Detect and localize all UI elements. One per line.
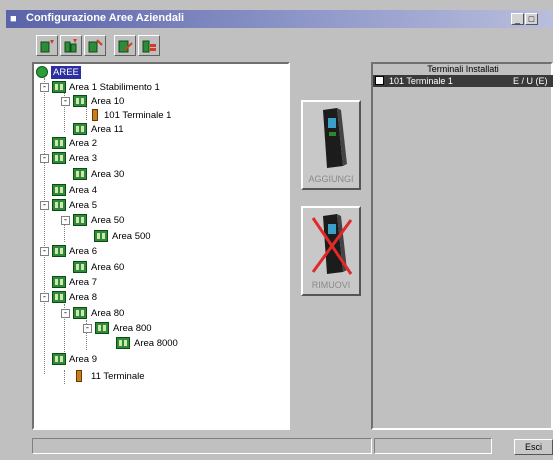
tree-node-label: Area 30 bbox=[91, 169, 125, 180]
add-area-icon bbox=[40, 40, 54, 53]
properties-button[interactable] bbox=[138, 35, 160, 56]
minimize-button[interactable]: _ bbox=[511, 13, 524, 25]
area-icon bbox=[52, 291, 66, 303]
area-icon bbox=[116, 337, 130, 349]
tree-node-label: 11 Terminale bbox=[91, 371, 145, 382]
exit-button[interactable]: Esci bbox=[514, 439, 553, 455]
tree-node-label: Area 1 Stabilimento 1 bbox=[69, 82, 160, 93]
area-icon bbox=[52, 245, 66, 257]
edit-area-button[interactable] bbox=[114, 35, 136, 56]
tree-node-label: 101 Terminale 1 bbox=[104, 110, 172, 121]
tree-node-label: Area 2 bbox=[69, 138, 97, 149]
area-icon bbox=[52, 184, 66, 196]
delete-area-icon bbox=[88, 39, 103, 53]
terminal-device-icon bbox=[323, 108, 347, 168]
area-icon bbox=[73, 261, 87, 273]
tree-node-label: Area 7 bbox=[69, 277, 97, 288]
app-icon: ■ bbox=[10, 13, 17, 25]
area-icon bbox=[73, 95, 87, 107]
globe-icon bbox=[36, 66, 48, 78]
tree-node-label: Area 3 bbox=[69, 153, 97, 164]
installed-terminals-panel[interactable]: Terminali Installati 101 Terminale 1 E /… bbox=[371, 62, 553, 430]
terminal-icon bbox=[76, 370, 82, 382]
terminal-remove-icon bbox=[311, 214, 353, 275]
tree-node-label: Area 500 bbox=[112, 231, 151, 242]
window: ■ Configurazione Aree Aziendali _ □ AREE… bbox=[0, 0, 553, 460]
window-title: Configurazione Aree Aziendali bbox=[26, 12, 185, 24]
tree-node-label: Area 80 bbox=[91, 308, 125, 319]
terminal-icon bbox=[92, 109, 98, 121]
terminal-mode: E / U (E) bbox=[513, 76, 548, 86]
tree-guide bbox=[64, 370, 65, 384]
add-subarea-icon bbox=[64, 39, 77, 53]
collapse-icon[interactable]: - bbox=[61, 216, 70, 225]
collapse-icon[interactable]: - bbox=[61, 309, 70, 318]
area-icon bbox=[73, 214, 87, 226]
collapse-icon[interactable]: - bbox=[40, 247, 49, 256]
remove-button[interactable]: RIMUOVI bbox=[301, 206, 361, 296]
edit-area-icon bbox=[118, 40, 133, 53]
collapse-icon[interactable]: - bbox=[40, 154, 49, 163]
properties-icon bbox=[142, 40, 156, 53]
tree-node-label: Area 8 bbox=[69, 292, 97, 303]
terminal-name: 101 Terminale 1 bbox=[389, 76, 453, 86]
status-pane bbox=[374, 438, 492, 454]
tree-node-label: Area 9 bbox=[69, 354, 97, 365]
collapse-icon[interactable]: - bbox=[40, 83, 49, 92]
status-pane bbox=[32, 438, 372, 454]
area-icon bbox=[94, 230, 108, 242]
collapse-icon[interactable]: - bbox=[61, 97, 70, 106]
tree-node-label: Area 10 bbox=[91, 96, 125, 107]
tree-node-label: Area 5 bbox=[69, 200, 97, 211]
area-icon bbox=[73, 307, 87, 319]
tree-node-label: Area 60 bbox=[91, 262, 125, 273]
add-subarea-button[interactable] bbox=[60, 35, 82, 56]
add-button[interactable]: AGGIUNGI bbox=[301, 100, 361, 190]
collapse-icon[interactable]: - bbox=[83, 324, 92, 333]
collapse-icon[interactable]: - bbox=[40, 293, 49, 302]
area-icon bbox=[52, 81, 66, 93]
remove-button-label: RIMUOVI bbox=[311, 280, 351, 290]
table-row[interactable]: 101 Terminale 1 E / U (E) bbox=[373, 75, 553, 87]
title-bar: ■ Configurazione Aree Aziendali _ □ bbox=[6, 10, 553, 28]
area-icon bbox=[52, 276, 66, 288]
area-icon bbox=[52, 152, 66, 164]
area-icon bbox=[52, 353, 66, 365]
area-icon bbox=[52, 137, 66, 149]
maximize-button[interactable]: □ bbox=[525, 13, 538, 25]
row-checkbox[interactable] bbox=[375, 76, 384, 85]
tree-node-label: Area 50 bbox=[91, 215, 125, 226]
area-tree[interactable]: AREE - Area 1 Stabilimento 1 - Area 10 1… bbox=[32, 62, 290, 430]
area-icon bbox=[73, 168, 87, 180]
add-button-label: AGGIUNGI bbox=[308, 174, 354, 184]
tree-node-label: Area 8000 bbox=[134, 338, 178, 349]
add-area-button[interactable] bbox=[36, 35, 58, 56]
tree-guide bbox=[44, 78, 45, 374]
tree-node-label: Area 11 bbox=[91, 124, 124, 135]
status-bar bbox=[32, 438, 553, 454]
tree-node-label: Area 6 bbox=[69, 246, 97, 257]
installed-terminals-header: Terminali Installati bbox=[427, 64, 499, 74]
tree-node-label: Area 4 bbox=[69, 185, 97, 196]
area-icon bbox=[95, 322, 109, 334]
collapse-icon[interactable]: - bbox=[40, 201, 49, 210]
tree-node-label: Area 800 bbox=[113, 323, 152, 334]
area-icon bbox=[52, 199, 66, 211]
tree-root-label: AREE bbox=[51, 66, 81, 79]
area-icon bbox=[73, 123, 87, 135]
delete-area-button[interactable] bbox=[84, 35, 106, 56]
